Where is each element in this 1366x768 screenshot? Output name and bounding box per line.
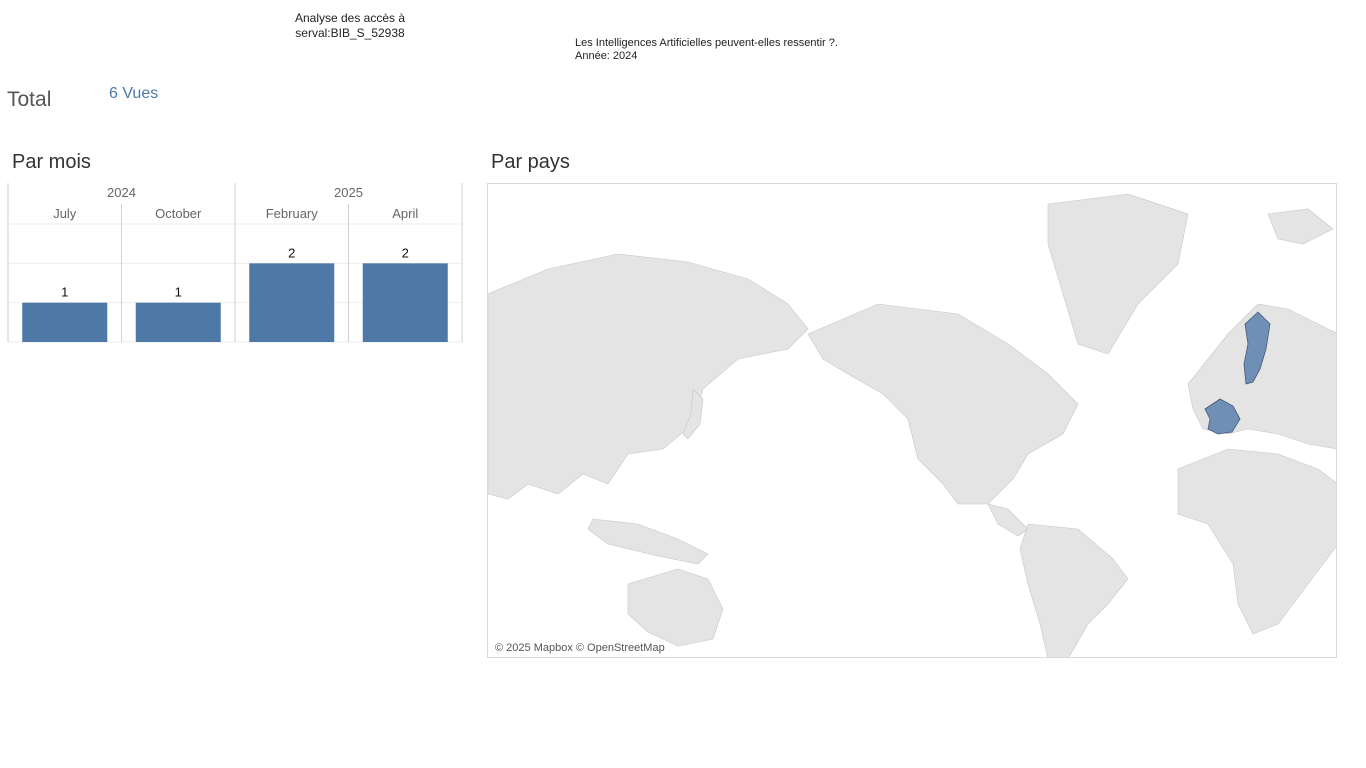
bar-value-label: 1 (175, 285, 182, 300)
total-views-value: 6 Vues (109, 85, 159, 102)
month-label: October (155, 206, 202, 221)
document-year: Année: 2024 (575, 50, 638, 62)
bar-february (249, 263, 335, 342)
document-info: Les Intelligences Artificielles peuvent-… (575, 37, 838, 63)
month-label: July (53, 206, 77, 221)
land-africa (1177, 448, 1336, 635)
document-title: Les Intelligences Artificielles peuvent-… (575, 37, 838, 49)
bar-july (22, 302, 108, 342)
section-title-by-country: Par pays (491, 151, 570, 173)
report-title: Analyse des accès à serval:BIB_S_52938 (250, 11, 450, 41)
month-label: February (266, 206, 319, 221)
bar-value-label: 2 (402, 245, 409, 260)
bar-value-label: 2 (288, 245, 295, 260)
report-title-line1: Analyse des accès à (294, 11, 406, 25)
land-south-america (1019, 523, 1129, 657)
world-map-svg (488, 193, 1336, 657)
year-label: 2025 (334, 185, 363, 200)
total-label: Total (7, 88, 52, 111)
land-se-asia-islands (587, 518, 709, 565)
land-north-america (807, 303, 1079, 505)
month-label: April (392, 206, 418, 221)
country-map[interactable]: © 2025 Mapbox © OpenStreetMap (487, 183, 1337, 658)
section-title-by-month: Par mois (12, 151, 91, 173)
bar-value-label: 1 (61, 285, 68, 300)
land-asia (488, 253, 809, 500)
bar-april (362, 263, 448, 342)
land-greenland (1047, 193, 1189, 355)
monthly-views-bar-chart: 2024 2025 July 1 October 1 February 2 April 2 (7, 183, 463, 343)
land-central-america (987, 503, 1029, 537)
report-title-line2: serval:BIB_S_52938 (295, 26, 405, 40)
bar-october (135, 302, 221, 342)
map-attribution: © 2025 Mapbox © OpenStreetMap (495, 642, 665, 654)
land-arctic-islands (1267, 208, 1334, 245)
land-australia (627, 568, 724, 647)
year-label: 2024 (107, 185, 136, 200)
